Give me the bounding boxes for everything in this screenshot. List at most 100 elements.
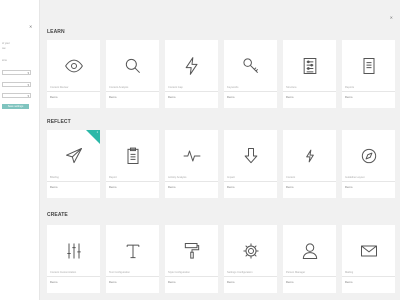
demo-link[interactable]: Demo: [50, 185, 57, 189]
card-content-review[interactable]: Content Review Demo: [47, 40, 100, 108]
card-title: Content Gap: [168, 86, 183, 89]
card-divider: [165, 181, 218, 182]
chevron-down-icon: ▾: [27, 83, 29, 88]
demo-link[interactable]: Demo: [168, 280, 175, 284]
chevron-down-icon: ▾: [27, 71, 29, 76]
sidebar-section-label: ions: [2, 59, 7, 62]
compass-icon: [342, 142, 395, 170]
card-divider: [47, 276, 100, 277]
card-title: Content Analysis: [109, 86, 129, 89]
card-content-customization[interactable]: Content Customization Demo: [47, 225, 100, 293]
card-divider: [224, 91, 277, 92]
demo-link[interactable]: Demo: [345, 185, 352, 189]
demo-link[interactable]: Demo: [286, 185, 293, 189]
card-title: Activity Analysis: [168, 176, 187, 179]
sidebar-close-icon[interactable]: ✕: [29, 24, 32, 29]
card-title: Report: [109, 176, 117, 179]
demo-link[interactable]: Demo: [50, 95, 57, 99]
card-person-manager[interactable]: Person Manager Demo: [283, 225, 336, 293]
card-title: Content Review: [50, 86, 69, 89]
demo-link[interactable]: Demo: [345, 95, 352, 99]
card-title: Text Configuration: [109, 271, 130, 274]
card-style-configuration[interactable]: Style Configuration Demo: [165, 225, 218, 293]
card-divider: [283, 276, 336, 277]
card-structure[interactable]: Structure Demo: [283, 40, 336, 108]
sidebar-select-3[interactable]: ▾: [2, 93, 31, 98]
card-title: Settings Configuration: [227, 271, 253, 274]
card-briefing[interactable]: 1 Briefing Demo: [47, 130, 100, 198]
sidebar-select-1[interactable]: ▾: [2, 70, 31, 75]
card-content[interactable]: Content Demo: [283, 130, 336, 198]
card-divider: [224, 276, 277, 277]
card-content-gap[interactable]: Content Gap Demo: [165, 40, 218, 108]
text-type-icon: [106, 237, 159, 265]
card-divider: [106, 181, 159, 182]
pulse-icon: [165, 142, 218, 170]
paint-roller-icon: [165, 237, 218, 265]
bolt-small-icon: [283, 142, 336, 170]
card-title: Style Configuration: [168, 271, 190, 274]
card-title: Content: [286, 176, 296, 179]
card-mailing[interactable]: Mailing Demo: [342, 225, 395, 293]
card-content-analysis[interactable]: Content Analysis Demo: [106, 40, 159, 108]
card-settings-configuration[interactable]: Settings Configuration Demo: [224, 225, 277, 293]
close-icon[interactable]: ✕: [390, 15, 393, 20]
sidebar-description-text-2: ow.: [2, 47, 6, 50]
sliders-list-icon: [283, 52, 336, 80]
card-keywords[interactable]: Keywords Demo: [224, 40, 277, 108]
card-report[interactable]: Report Demo: [106, 130, 159, 198]
demo-link[interactable]: Demo: [168, 185, 175, 189]
sidebar-description-text: ct your: [2, 42, 10, 45]
paper-plane-icon: [47, 142, 100, 170]
card-impact[interactable]: Impact Demo: [224, 130, 277, 198]
card-divider: [342, 276, 395, 277]
demo-link[interactable]: Demo: [286, 95, 293, 99]
card-guideline-layout[interactable]: Guideline Layout Demo: [342, 130, 395, 198]
card-activity-analysis[interactable]: Activity Analysis Demo: [165, 130, 218, 198]
equalizer-icon: [47, 237, 100, 265]
card-text-configuration[interactable]: Text Configuration Demo: [106, 225, 159, 293]
search-icon: [106, 52, 159, 80]
demo-link[interactable]: Demo: [227, 185, 234, 189]
card-title: Reports: [345, 86, 355, 89]
card-title: Impact: [227, 176, 235, 179]
card-title: Guideline Layout: [345, 176, 365, 179]
section-title-create: CREATE: [47, 212, 68, 218]
chevron-down-icon: ▾: [27, 94, 29, 99]
eye-icon: [47, 52, 100, 80]
demo-link[interactable]: Demo: [345, 280, 352, 284]
demo-link[interactable]: Demo: [109, 95, 116, 99]
card-divider: [342, 181, 395, 182]
demo-link[interactable]: Demo: [227, 280, 234, 284]
card-divider: [47, 181, 100, 182]
demo-link[interactable]: Demo: [109, 280, 116, 284]
card-divider: [224, 181, 277, 182]
card-reports[interactable]: Reports Demo: [342, 40, 395, 108]
lightning-icon: [165, 52, 218, 80]
card-divider: [342, 91, 395, 92]
user-icon: [283, 237, 336, 265]
card-divider: [283, 181, 336, 182]
card-divider: [283, 91, 336, 92]
demo-link[interactable]: Demo: [50, 280, 57, 284]
card-divider: [106, 276, 159, 277]
card-divider: [106, 91, 159, 92]
new-badge-count: 1: [96, 131, 98, 134]
sidebar-select-2[interactable]: ▾: [2, 82, 31, 87]
clipboard-icon: [106, 142, 159, 170]
card-title: Mailing: [345, 271, 354, 274]
settings-gear-icon: [224, 237, 277, 265]
demo-link[interactable]: Demo: [227, 95, 234, 99]
card-title: Person Manager: [286, 271, 306, 274]
key-icon: [224, 52, 277, 80]
mail-icon: [342, 237, 395, 265]
section-title-reflect: REFLECT: [47, 119, 71, 125]
card-divider: [165, 276, 218, 277]
demo-link[interactable]: Demo: [286, 280, 293, 284]
demo-link[interactable]: Demo: [168, 95, 175, 99]
main-panel: ✕ LEARN REFLECT CREATE Content Review De…: [40, 0, 400, 300]
card-divider: [165, 91, 218, 92]
save-settings-button[interactable]: Save settings: [2, 104, 29, 109]
demo-link[interactable]: Demo: [109, 185, 116, 189]
card-divider: [47, 91, 100, 92]
